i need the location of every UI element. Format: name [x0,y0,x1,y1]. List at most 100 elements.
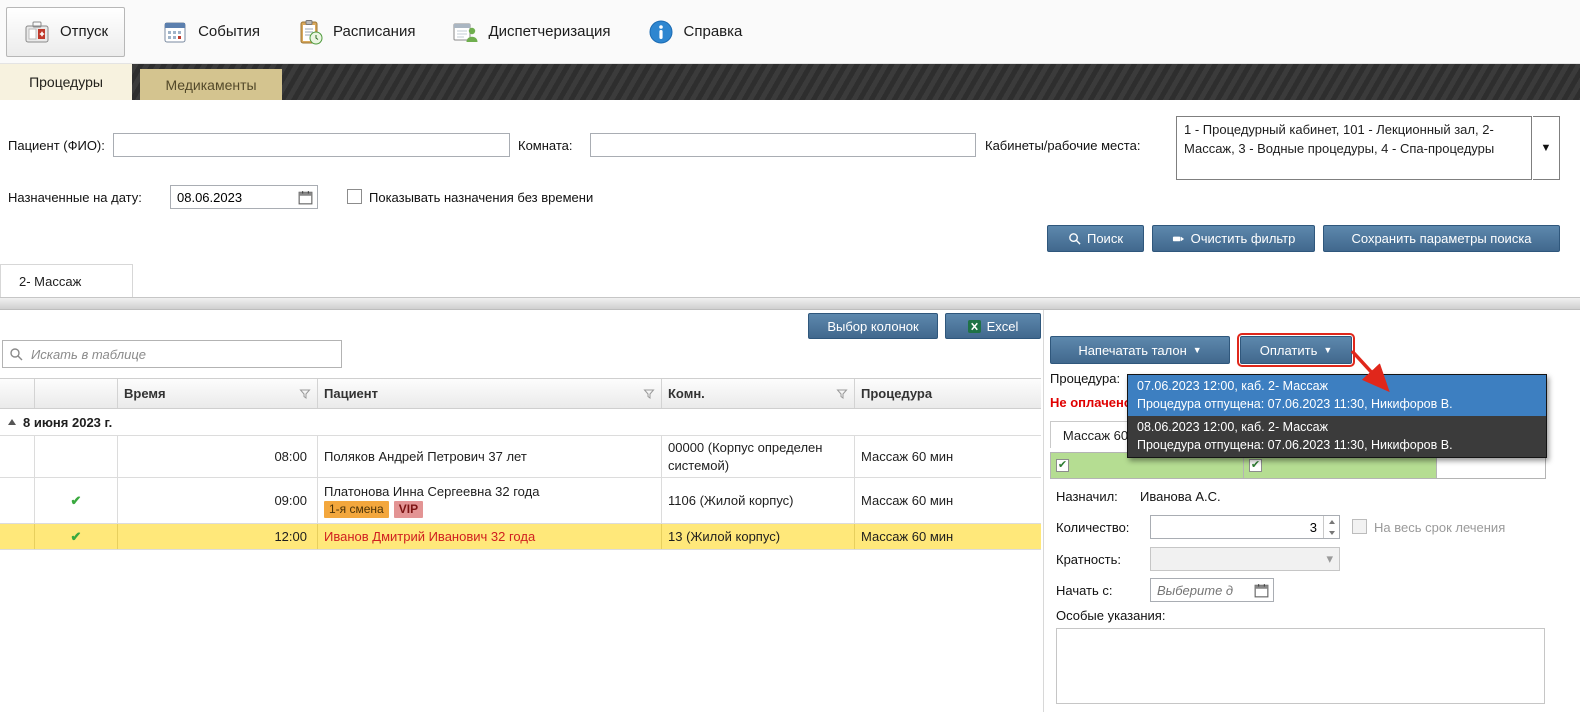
button-label: Сохранить параметры поиска [1351,231,1531,246]
toolbar-item-label: Отпуск [60,23,108,40]
date-group-row[interactable]: 8 июня 2023 г. [0,409,1041,436]
assigned-by-value: Иванова А.С. [1140,489,1221,504]
full-course-label: На весь срок лечения [1374,520,1505,535]
header-time[interactable]: Время [118,379,318,408]
appointments-table: Время Пациент Комн. Процедура 8 июня 202… [0,378,1041,550]
patient-cell: Платонова Инна Сергеевна 32 года 1-я сме… [318,478,662,523]
filter-funnel-icon[interactable] [299,388,311,400]
special-notes-input[interactable] [1056,628,1545,704]
show-without-time-checkbox[interactable] [347,189,362,204]
header-procedure[interactable]: Процедура [855,379,1041,408]
time-cell: 08:00 [118,436,318,477]
date-label: Назначенные на дату: [8,190,142,205]
help-icon [647,18,675,46]
choose-columns-button[interactable]: Выбор колонок [808,313,938,339]
calendar-icon[interactable] [297,190,314,205]
filter-funnel-icon[interactable] [836,388,848,400]
cabinets-dropdown-button[interactable]: ▼ [1533,116,1560,180]
search-icon [9,347,23,361]
quantity-stepper[interactable] [1150,515,1340,539]
clear-filter-button[interactable]: Очистить фильтр [1152,225,1315,252]
collapse-icon[interactable] [8,419,16,425]
toolbar-item-dispense[interactable]: Отпуск [6,7,125,57]
date-input[interactable] [170,185,318,209]
tab-label: Медикаменты [165,77,256,93]
tab-label: 2- Массаж [19,274,81,289]
toolbar-item-events[interactable]: События [161,18,260,46]
row-indicator-cell [0,436,35,477]
toolbar-item-label: События [198,23,260,40]
chevron-down-icon: ▼ [1541,142,1552,154]
main-toolbar: Отпуск События Расписания Диспетчеризаци… [0,0,1580,64]
toolbar-item-help[interactable]: Справка [647,18,743,46]
button-label: Выбор колонок [827,319,918,334]
horizontal-splitter[interactable] [0,297,1580,310]
start-date-input[interactable] [1150,578,1274,602]
search-button[interactable]: Поиск [1047,225,1144,252]
button-label: Поиск [1087,231,1123,246]
module-tab-bar: Процедуры Медикаменты [0,64,1580,100]
room-input[interactable] [590,133,976,157]
quantity-input[interactable] [1151,516,1323,538]
quantity-label: Количество: [1056,520,1129,535]
patient-tags: 1-я сменаVIP [324,501,428,518]
show-without-time-label: Показывать назначения без времени [369,190,593,205]
full-course-checkbox[interactable] [1352,519,1367,534]
pay-menu-item[interactable]: 07.06.2023 12:00, каб. 2- Массаж Процеду… [1128,375,1546,416]
time-cell: 09:00 [118,478,318,523]
table-row-selected[interactable]: ✔ 12:00 Иванов Дмитрий Иванович 32 года … [0,524,1041,550]
eraser-icon [1172,232,1185,245]
row-indicator-cell [0,478,35,523]
header-patient[interactable]: Пациент [318,379,662,408]
pay-button[interactable]: Оплатить ▼ [1240,336,1352,364]
filter-funnel-icon[interactable] [643,388,655,400]
tab-procedures[interactable]: Процедуры [0,64,132,100]
spin-down-icon[interactable] [1324,527,1339,538]
toolbar-item-schedules[interactable]: Расписания [296,18,415,46]
room-label: Комната: [518,138,573,153]
pay-menu-item[interactable]: 08.06.2023 12:00, каб. 2- Массаж Процеду… [1128,416,1546,457]
print-ticket-button[interactable]: Напечатать талон ▼ [1050,336,1230,364]
table-row[interactable]: 08:00 Поляков Андрей Петрович 37 лет 000… [0,436,1041,478]
patient-label: Пациент (ФИО): [8,138,105,153]
cabinets-label: Кабинеты/рабочие места: [985,138,1140,153]
tab-label: Процедуры [29,74,103,90]
assigned-by-label: Назначил: [1056,489,1118,504]
room-text: 00000 (Корпус определен системой) [668,439,848,475]
column-label: Время [124,386,166,401]
menu-item-line1: 07.06.2023 12:00, каб. 2- Массаж [1137,378,1537,396]
search-icon [1068,232,1081,245]
header-room[interactable]: Комн. [662,379,855,408]
menu-item-line2: Процедура отпущена: 07.06.2023 11:30, Ни… [1137,437,1537,455]
room-cell: 13 (Жилой корпус) [662,524,855,549]
header-status-column[interactable] [35,379,118,408]
excel-export-button[interactable]: Excel [945,313,1041,339]
toolbar-item-dispatch[interactable]: Диспетчеризация [451,18,610,46]
calendar-icon[interactable] [1253,583,1270,598]
application-window: Отпуск События Расписания Диспетчеризаци… [0,0,1580,712]
header-indicator-column[interactable] [0,379,35,408]
table-header-row: Время Пациент Комн. Процедура [0,378,1041,409]
save-search-params-button[interactable]: Сохранить параметры поиска [1323,225,1560,252]
table-row[interactable]: ✔ 09:00 Платонова Инна Сергеевна 32 года… [0,478,1041,524]
patient-input[interactable] [113,133,510,157]
patient-cell: Иванов Дмитрий Иванович 32 года [318,524,662,549]
row-status-cell: ✔ [35,524,118,549]
spin-up-icon[interactable] [1324,516,1339,527]
session-checkbox[interactable]: ✔ [1056,459,1069,472]
frequency-select[interactable]: ▾ [1150,547,1340,571]
cabinets-input[interactable]: 1 - Процедурный кабинет, 101 - Лекционны… [1176,116,1532,180]
cabinet-tab-massage[interactable]: 2- Массаж [0,264,133,297]
procedure-cell: Массаж 60 мин [855,478,1041,523]
excel-icon [968,320,981,333]
row-status-cell: ✔ [35,478,118,523]
menu-item-line2: Процедура отпущена: 07.06.2023 11:30, Ни… [1137,396,1537,414]
tab-medicaments[interactable]: Медикаменты [140,69,282,100]
room-cell: 1106 (Жилой корпус) [662,478,855,523]
chevron-down-icon: ▼ [1323,345,1332,355]
table-search-input[interactable] [29,346,335,363]
session-checkbox[interactable]: ✔ [1249,459,1262,472]
patient-name: Платонова Инна Сергеевна 32 года [324,484,539,499]
row-status-cell [35,436,118,477]
group-label: 8 июня 2023 г. [23,415,112,430]
